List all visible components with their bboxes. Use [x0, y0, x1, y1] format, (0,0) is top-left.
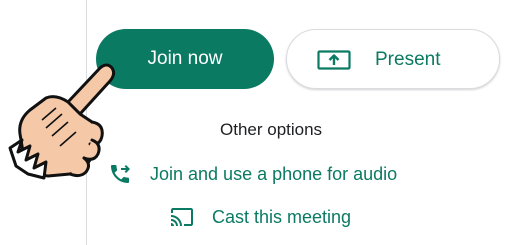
meeting-join-panel: Join now Present Other options Join and …: [0, 0, 514, 245]
join-with-phone-label: Join and use a phone for audio: [150, 163, 398, 184]
cast-meeting-label: Cast this meeting: [212, 206, 352, 227]
join-with-phone-option[interactable]: Join and use a phone for audio: [108, 162, 397, 186]
present-label: Present: [375, 49, 441, 70]
join-now-label: Join now: [147, 48, 223, 69]
join-now-button[interactable]: Join now: [96, 29, 274, 89]
other-options-heading: Other options: [220, 120, 323, 139]
present-button[interactable]: Present: [286, 29, 500, 89]
present-screen-icon: [317, 50, 351, 70]
pointing-hand-cursor: [8, 63, 116, 180]
cast-meeting-option[interactable]: Cast this meeting: [170, 205, 351, 229]
cast-icon: [171, 208, 193, 226]
